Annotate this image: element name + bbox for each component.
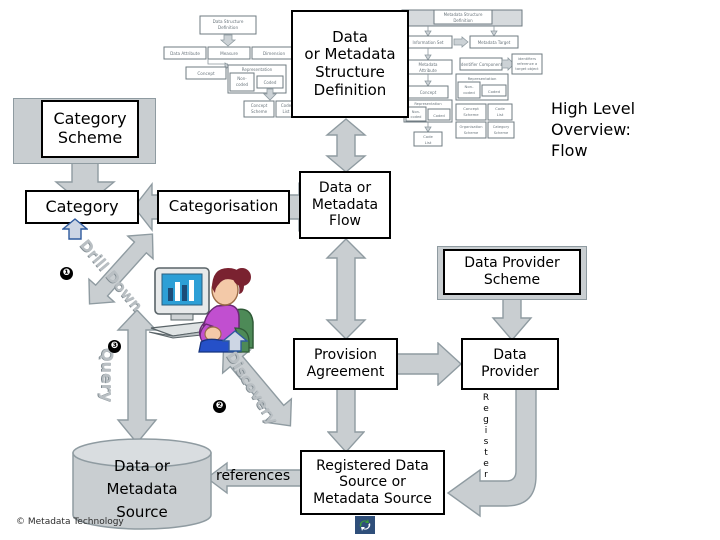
svg-text:Concept: Concept (463, 106, 479, 111)
query-label: Query (98, 348, 117, 403)
svg-text:coded: coded (411, 115, 422, 119)
svg-text:Dimension: Dimension (263, 51, 286, 56)
arrow-data-provider-scheme-to-data-provider (490, 296, 534, 342)
metadata-structure-definition-thumbnail: Metadata Structure Definition Informatio… (398, 8, 544, 148)
svg-text:coded: coded (236, 82, 249, 87)
svg-text:Measure: Measure (220, 51, 238, 56)
svg-text:Data Attribute: Data Attribute (170, 51, 200, 56)
node-category-scheme-label: Category Scheme (53, 109, 127, 147)
node-data-provider-scheme[interactable]: Data Provider Scheme (443, 249, 581, 295)
svg-text:Non-: Non- (412, 110, 421, 114)
svg-text:Definition: Definition (453, 18, 473, 23)
svg-text:Category: Category (493, 125, 510, 129)
arrow-structure-definition-to-flow (324, 118, 368, 173)
marker-one: ❶ (60, 267, 73, 280)
svg-text:Definition: Definition (218, 25, 239, 30)
svg-text:Metadata: Metadata (419, 62, 438, 67)
svg-text:Organisation: Organisation (460, 125, 483, 129)
svg-text:Representation: Representation (242, 67, 273, 72)
overview-line-2: Overview: (551, 120, 631, 139)
svg-text:target object: target object (515, 67, 539, 71)
svg-text:Scheme: Scheme (251, 109, 268, 114)
svg-text:Scheme: Scheme (463, 112, 479, 117)
svg-text:Representation: Representation (414, 102, 441, 106)
register-letter: i (484, 426, 488, 436)
svg-text:Metadata Structure: Metadata Structure (444, 12, 483, 17)
svg-text:coded: coded (463, 90, 475, 95)
node-structure-definition-label: Data or Metadata Structure Definition (304, 27, 396, 99)
node-data-or-metadata-flow-label: Data or Metadata Flow (311, 180, 379, 230)
svg-text:Coded: Coded (488, 89, 501, 94)
node-registered-data-source[interactable]: Registered Data Source or Metadata Sourc… (300, 450, 445, 515)
recycle-icon (355, 516, 375, 534)
register-letter: e (483, 404, 489, 414)
svg-text:Concept: Concept (420, 90, 437, 95)
marker-three: ❸ (108, 340, 121, 353)
svg-text:Metadata Target: Metadata Target (478, 40, 511, 45)
decorative-arrow-upper-left (61, 218, 89, 240)
svg-text:Code: Code (423, 134, 433, 139)
node-category-label: Category (45, 196, 119, 216)
register-letter: s (483, 437, 489, 447)
node-structure-definition[interactable]: Data or Metadata Structure Definition (291, 10, 409, 118)
overview-line-3: Flow (551, 141, 588, 160)
node-data-provider[interactable]: Data Provider (461, 338, 559, 390)
node-provision-agreement-label: Provision Agreement (306, 347, 385, 380)
svg-text:Attribute: Attribute (419, 68, 437, 73)
node-registered-data-source-label: Registered Data Source or Metadata Sourc… (313, 457, 432, 507)
svg-text:Scheme: Scheme (464, 131, 479, 135)
svg-text:Coded: Coded (264, 80, 277, 85)
node-data-or-metadata-flow[interactable]: Data or Metadata Flow (299, 171, 391, 239)
person-at-computer-clipart (143, 258, 271, 362)
svg-text:Concept: Concept (251, 103, 268, 108)
svg-text:identifiers: identifiers (518, 57, 536, 61)
svg-text:Non-: Non- (465, 84, 475, 89)
register-letter: t (484, 448, 488, 458)
node-data-provider-scheme-label: Data Provider Scheme (464, 255, 560, 288)
decorative-arrow-lower-right (221, 330, 249, 352)
copyright-notice: © Metadata Technology (16, 517, 124, 527)
references-label: references (216, 468, 291, 484)
arrow-flow-to-provision-agreement (324, 238, 368, 340)
register-label: R e g i s t e r (479, 393, 493, 481)
svg-text:Identifier Component: Identifier Component (460, 62, 503, 67)
svg-text:Data Structure: Data Structure (213, 19, 244, 24)
marker-two: ❷ (213, 400, 226, 413)
diagram-canvas: Data Structure Definition Data Attribute… (0, 0, 720, 540)
svg-text:Coded: Coded (433, 114, 444, 118)
svg-text:reference a: reference a (517, 62, 538, 66)
node-data-provider-label: Data Provider (481, 347, 539, 380)
register-letter: g (483, 415, 489, 425)
node-provision-agreement[interactable]: Provision Agreement (293, 338, 398, 390)
arrow-provision-agreement-to-registered-source (327, 388, 365, 454)
register-letter: r (484, 470, 488, 480)
svg-text:Representation: Representation (468, 76, 497, 81)
svg-text:Concept: Concept (197, 71, 215, 76)
register-letter: e (483, 459, 489, 469)
register-letter: R (482, 393, 490, 403)
page-title: High Level Overview: Flow (551, 98, 711, 161)
svg-text:Code: Code (495, 106, 505, 111)
svg-text:List: List (425, 140, 432, 145)
node-categorisation-label: Categorisation (168, 197, 279, 216)
overview-line-1: High Level (551, 99, 636, 118)
svg-text:List: List (497, 112, 504, 117)
svg-text:Information Set: Information Set (413, 40, 444, 45)
node-categorisation[interactable]: Categorisation (157, 190, 290, 224)
arrow-provision-agreement-to-data-provider (396, 342, 463, 386)
svg-text:Scheme: Scheme (494, 131, 509, 135)
arrow-register-elbow (440, 388, 550, 518)
svg-text:Non-: Non- (237, 76, 247, 81)
node-category-scheme[interactable]: Category Scheme (41, 100, 139, 158)
svg-text:List: List (283, 109, 290, 114)
data-structure-definition-thumbnail: Data Structure Definition Data Attribute… (162, 14, 298, 120)
node-data-or-metadata-source-label: Data or Metadata Source (106, 457, 178, 521)
